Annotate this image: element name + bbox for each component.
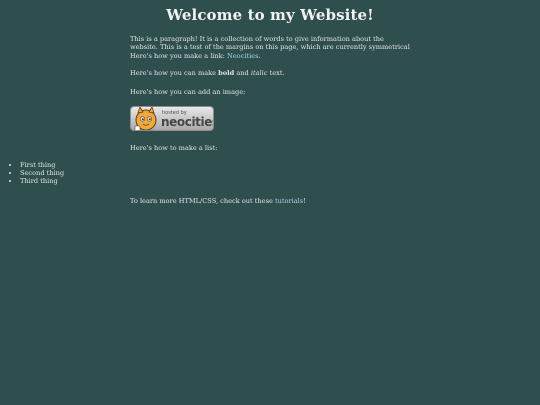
footer-prefix: To learn more HTML/CSS, check out these — [130, 197, 275, 205]
list-label: Here's how to make a list: — [130, 144, 412, 152]
neocities-cat-icon — [134, 107, 157, 130]
neocities-link[interactable]: Neocities — [227, 52, 259, 60]
italic-text: italic — [250, 69, 268, 77]
intro-text: This is a paragraph! It is a collection … — [130, 35, 410, 60]
formatting-suffix: text. — [267, 69, 285, 77]
page: Welcome to my Website! This is a paragra… — [0, 0, 540, 405]
bold-text: bold — [218, 69, 235, 77]
list-label-text: Here's how to make a list: — [130, 144, 218, 152]
list-item: Second thing — [20, 169, 64, 177]
formatting-paragraph: Here's how you can make bold and italic … — [130, 69, 412, 77]
formatting-middle: and — [234, 69, 251, 77]
badge-brand-text: neocities — [161, 115, 214, 129]
intro-period: . — [258, 51, 261, 60]
intro-paragraph: This is a paragraph! It is a collection … — [130, 35, 412, 60]
tutorials-link[interactable]: tutorials — [275, 197, 303, 205]
hosted-by-neocities-badge[interactable]: hosted by neocities — [130, 106, 214, 131]
list-item: First thing — [20, 161, 64, 169]
image-label: Here's how you can add an image: — [130, 88, 412, 96]
image-label-text: Here's how you can add an image: — [130, 88, 246, 96]
footer-suffix: ! — [303, 197, 306, 205]
footer-paragraph: To learn more HTML/CSS, check out these … — [130, 197, 412, 205]
list-item: Third thing — [20, 177, 64, 185]
formatting-prefix: Here's how you can make — [130, 69, 219, 77]
page-title: Welcome to my Website! — [166, 6, 374, 24]
bullet-list: First thing Second thing Third thing — [11, 161, 64, 185]
